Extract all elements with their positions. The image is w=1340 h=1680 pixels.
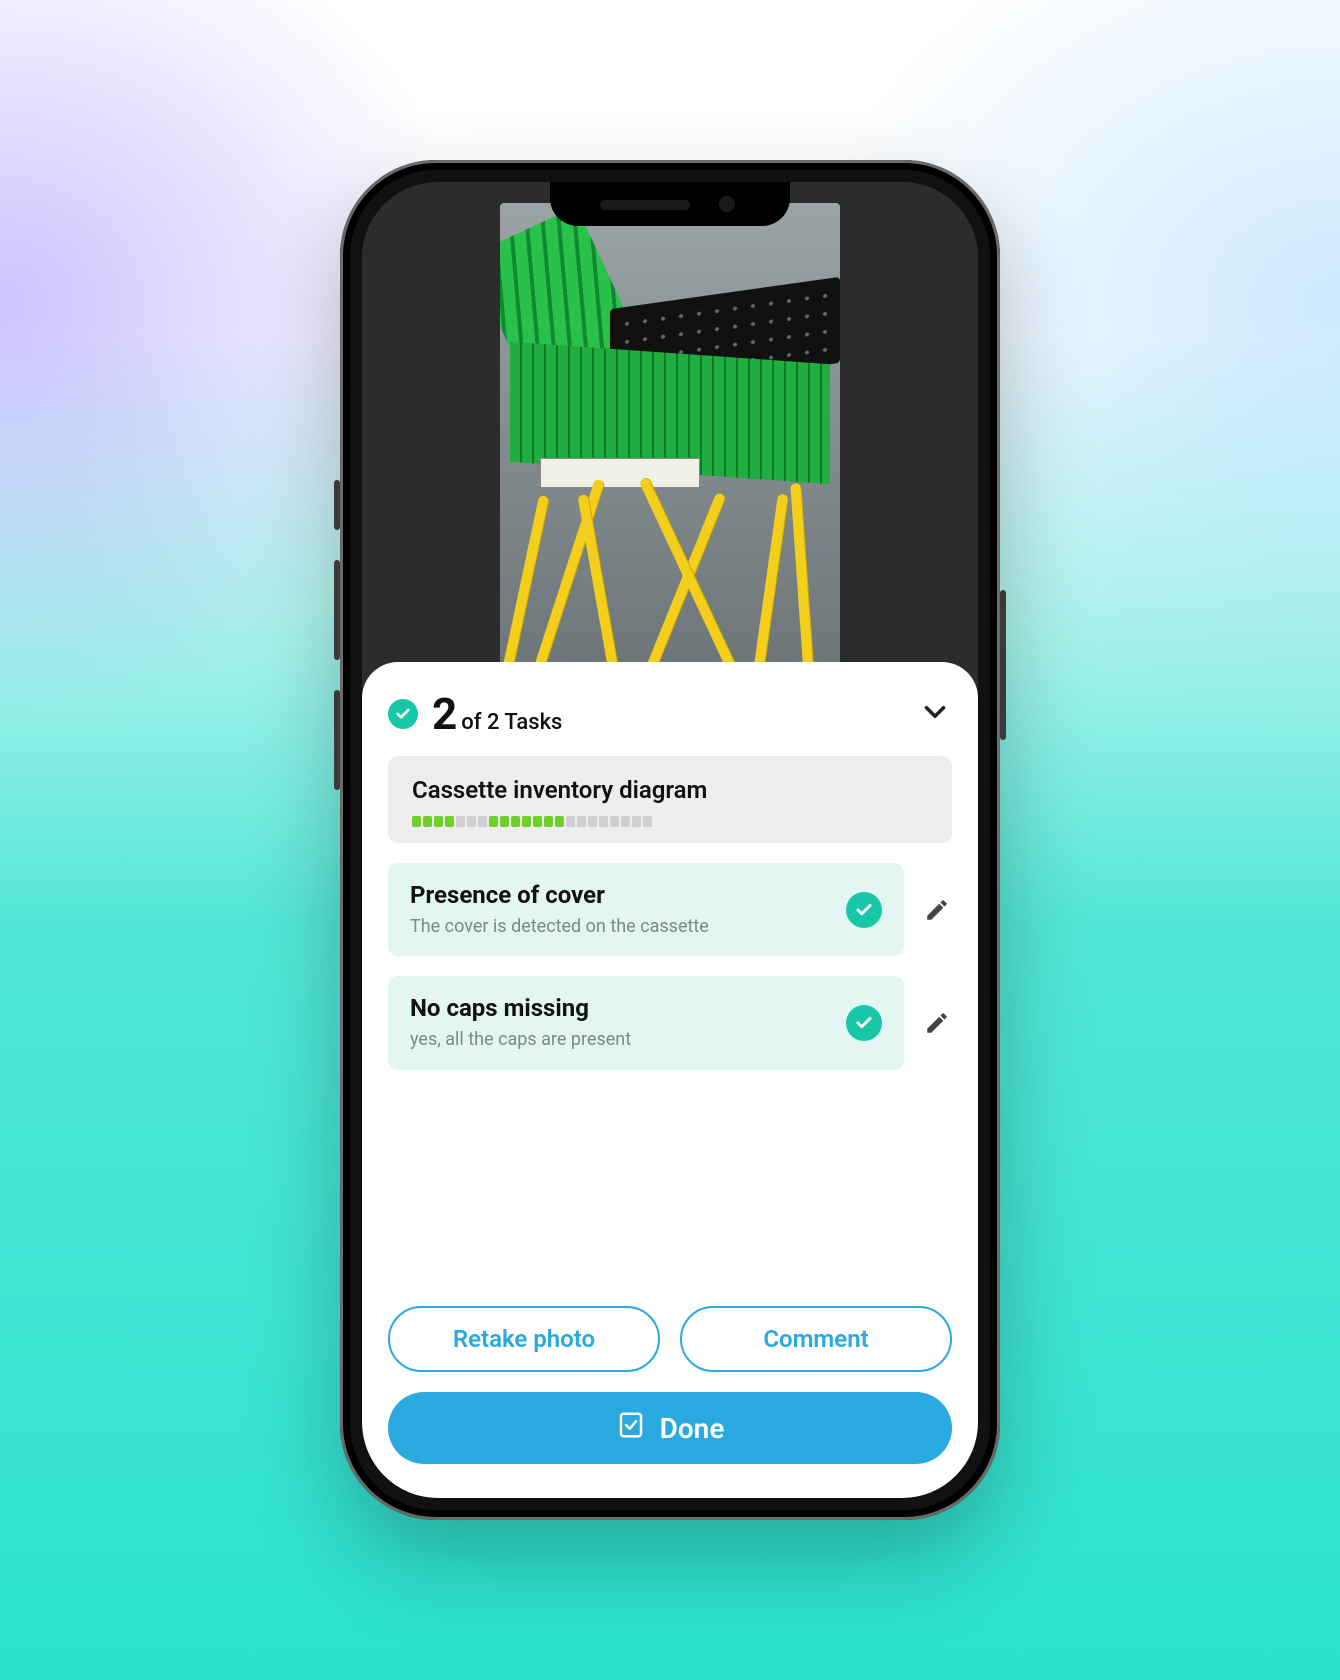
check-title: Presence of cover [410,881,830,909]
captured-photo-area [362,182,978,682]
notch [550,182,790,226]
check-row-0: Presence of cover The cover is detected … [388,863,952,956]
tasks-total-label: of 2 Tasks [461,710,562,735]
phone-screen: 2of 2 Tasks Cassette inventory diagram P… [362,182,978,1498]
comment-label: Comment [763,1325,868,1353]
comment-button[interactable]: Comment [680,1306,952,1372]
chevron-down-icon[interactable] [918,695,952,733]
phone-frame: 2of 2 Tasks Cassette inventory diagram P… [340,160,1000,1520]
volume-down-button [334,690,340,790]
task-count: 2of 2 Tasks [432,692,562,736]
task-summary-header[interactable]: 2of 2 Tasks [388,692,952,736]
pencil-icon[interactable] [922,1008,952,1038]
retake-label: Retake photo [453,1325,595,1353]
check-row-1: No caps missing yes, all the caps are pr… [388,976,952,1069]
silent-switch [334,480,340,530]
progress-title: Cassette inventory diagram [412,776,928,804]
progress-segments [412,816,928,827]
check-card-presence-of-cover[interactable]: Presence of cover The cover is detected … [388,863,904,956]
done-button[interactable]: Done [388,1392,952,1464]
captured-photo[interactable] [500,203,840,673]
check-title: No caps missing [410,994,830,1022]
progress-card[interactable]: Cassette inventory diagram [388,756,952,843]
check-description: yes, all the caps are present [410,1028,830,1051]
retake-photo-button[interactable]: Retake photo [388,1306,660,1372]
backdrop: 2of 2 Tasks Cassette inventory diagram P… [0,0,1340,1680]
tasks-completed-number: 2 [432,688,457,740]
results-sheet: 2of 2 Tasks Cassette inventory diagram P… [362,662,978,1498]
check-icon [846,1005,882,1041]
volume-up-button [334,560,340,660]
done-label: Done [660,1412,725,1445]
check-card-no-caps-missing[interactable]: No caps missing yes, all the caps are pr… [388,976,904,1069]
check-icon [388,699,418,729]
check-description: The cover is detected on the cassette [410,915,830,938]
secondary-button-row: Retake photo Comment [388,1306,952,1372]
power-button [1000,590,1006,740]
check-icon [846,892,882,928]
clipboard-check-icon [616,1410,646,1447]
pencil-icon[interactable] [922,895,952,925]
